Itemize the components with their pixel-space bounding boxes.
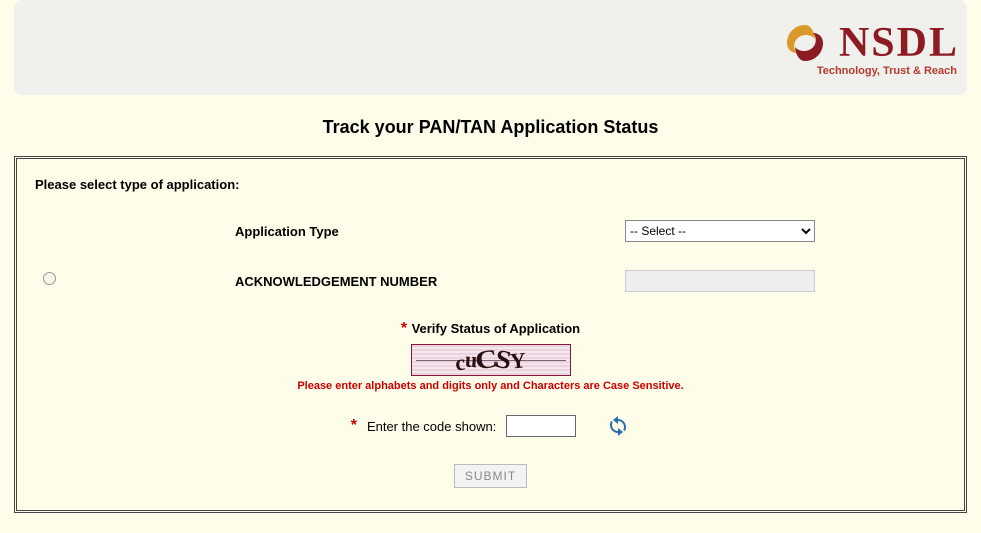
captcha-input[interactable] — [506, 415, 576, 437]
captcha-section: * Verify Status of Application cuCSY Ple… — [35, 320, 946, 488]
application-type-select[interactable]: -- Select -- — [625, 220, 815, 242]
form-instruction: Please select type of application: — [35, 177, 946, 192]
application-type-label: Application Type — [235, 224, 625, 239]
captcha-image: cuCSY — [411, 344, 571, 376]
brand-tagline: Technology, Trust & Reach — [817, 65, 959, 77]
captcha-entry-row: * Enter the code shown: — [35, 414, 946, 438]
page: NSDL Technology, Trust & Reach Track you… — [0, 0, 981, 533]
header-bar: NSDL Technology, Trust & Reach — [14, 0, 967, 95]
enter-code-label: Enter the code shown: — [367, 419, 496, 434]
submit-button[interactable]: SUBMIT — [454, 464, 527, 488]
captcha-note: Please enter alphabets and digits only a… — [35, 380, 946, 392]
acknowledgement-label: ACKNOWLEDGEMENT NUMBER — [235, 274, 625, 289]
page-title: Track your PAN/TAN Application Status — [14, 117, 967, 138]
nsdl-swirl-icon — [781, 19, 829, 67]
acknowledgement-input — [625, 270, 815, 292]
required-asterisk-2: * — [351, 417, 357, 435]
row-application-type: Application Type -- Select -- — [35, 220, 946, 242]
ack-radio[interactable] — [43, 272, 56, 285]
row-acknowledgement: ACKNOWLEDGEMENT NUMBER — [35, 270, 946, 292]
refresh-captcha-icon[interactable] — [606, 414, 630, 438]
verify-status-label: Verify Status of Application — [412, 321, 581, 336]
form-container: Please select type of application: Appli… — [14, 156, 967, 513]
brand-name: NSDL — [839, 19, 959, 67]
brand-logo: NSDL Technology, Trust & Reach — [781, 19, 959, 77]
required-asterisk: * — [401, 320, 412, 337]
